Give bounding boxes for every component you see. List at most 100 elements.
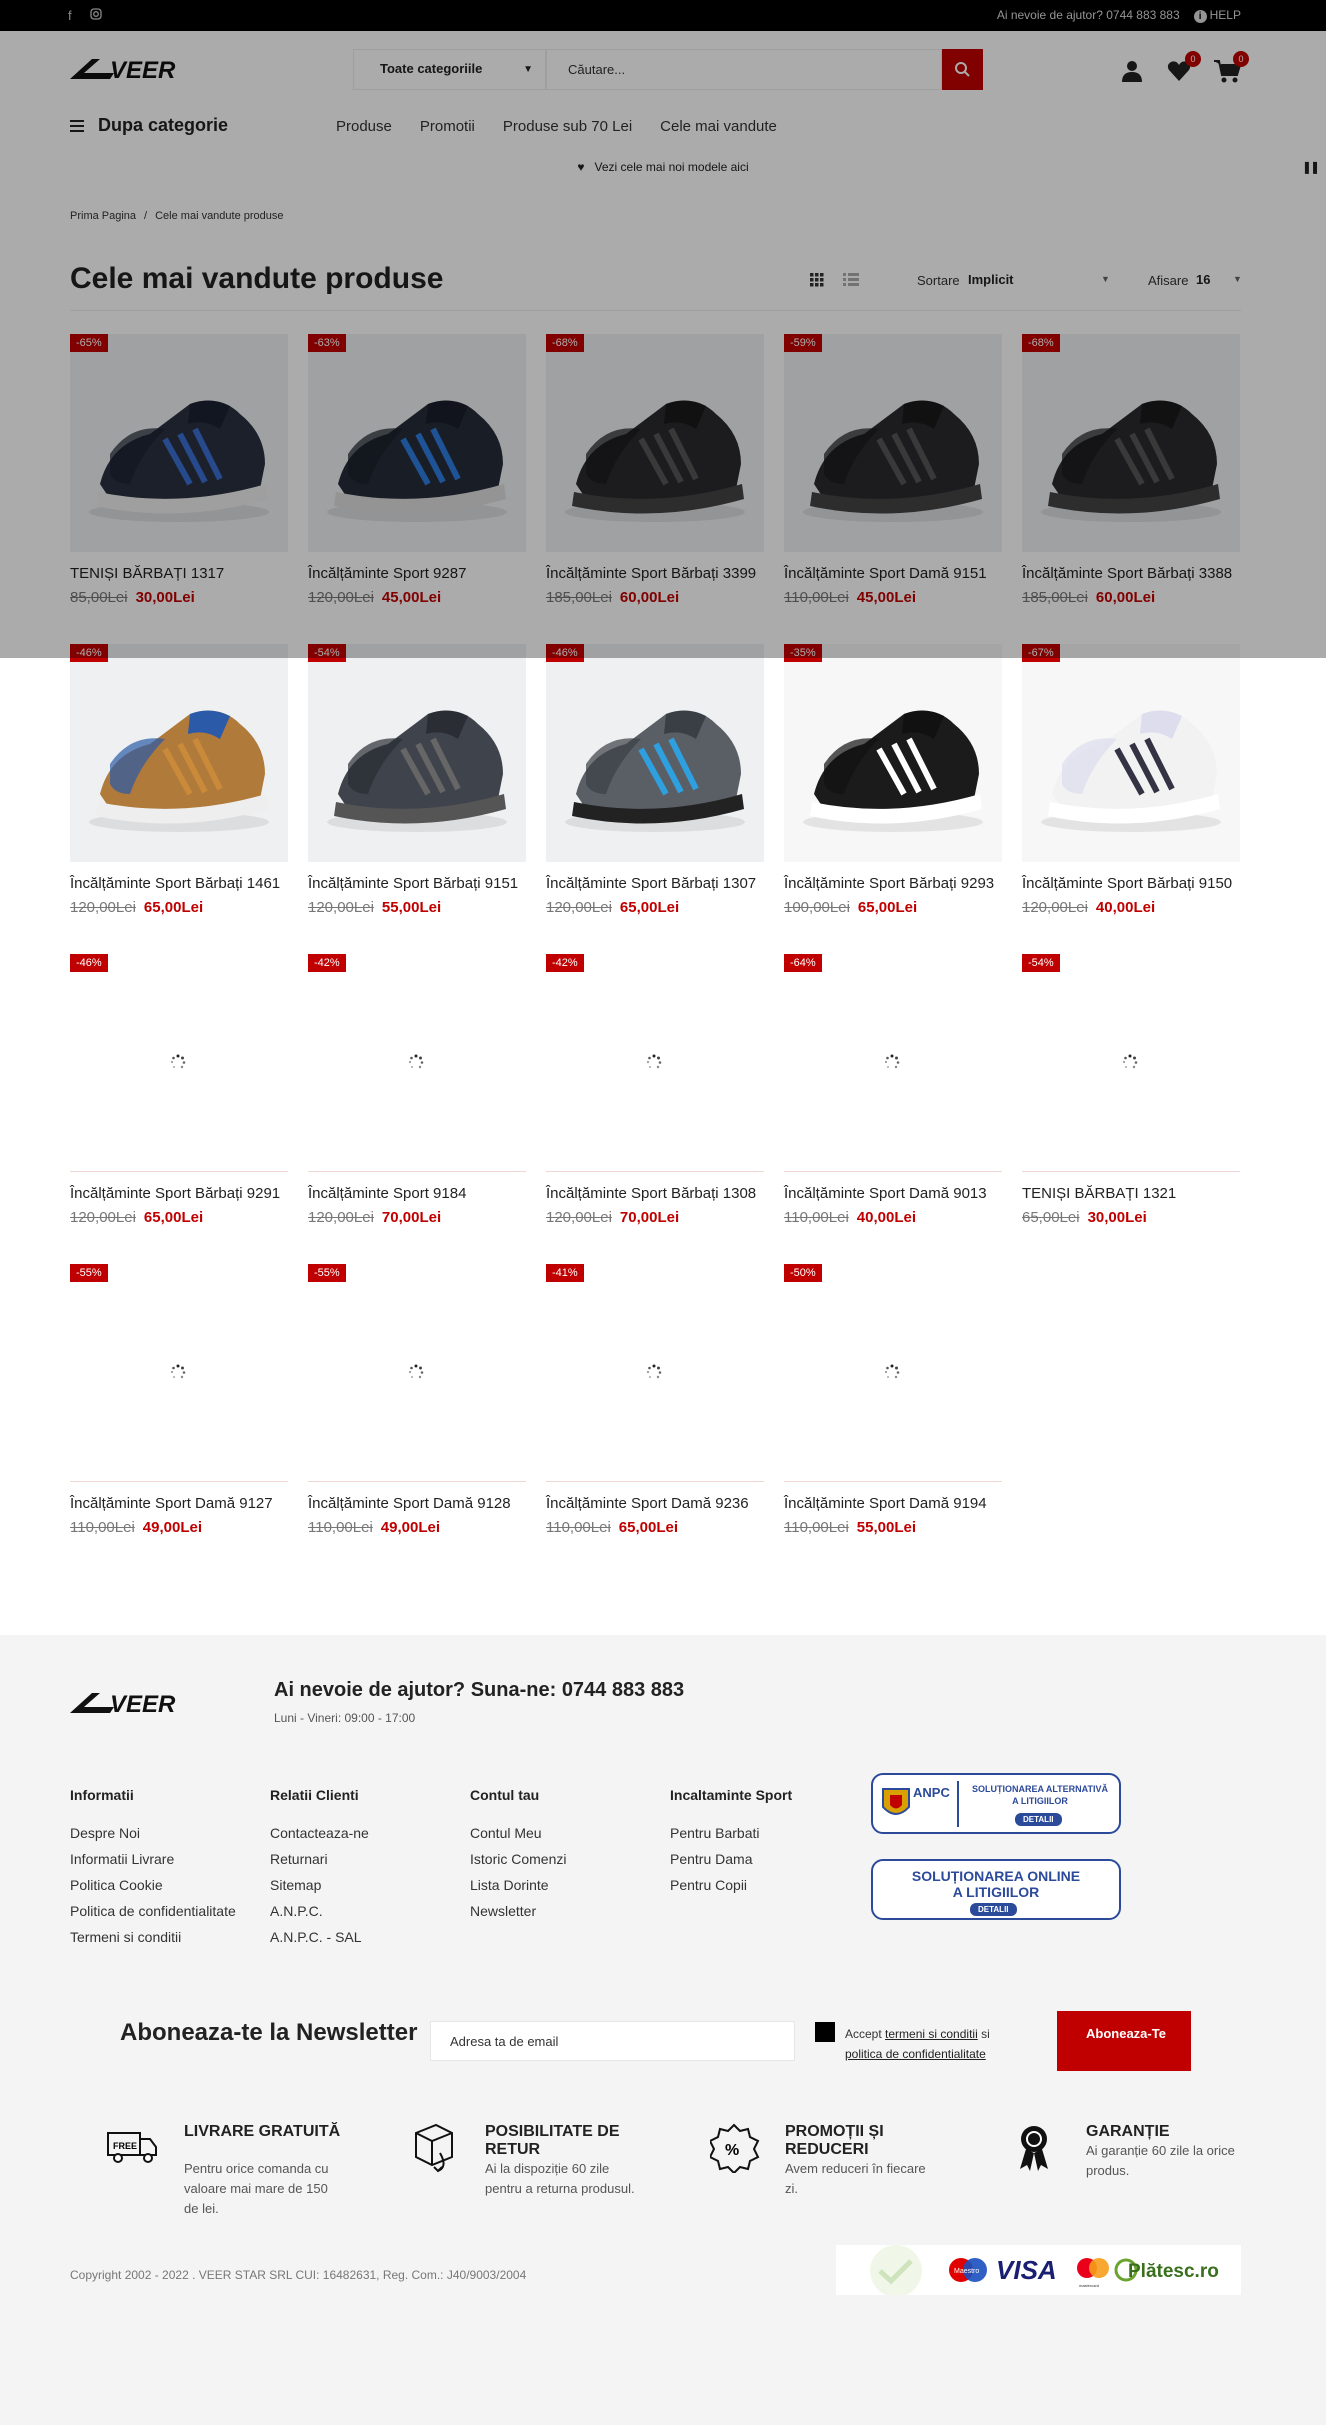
product-name[interactable]: Încălțăminte Sport Bărbați 9291: [70, 1185, 288, 1202]
footer-link[interactable]: Newsletter: [470, 1903, 566, 1919]
product-image[interactable]: [546, 644, 764, 862]
modal-overlay: [0, 0, 1326, 658]
current-price: 70,00Lei: [619, 1209, 680, 1226]
svg-text:FREE: FREE: [113, 2141, 137, 2151]
product-price: 110,00Lei 55,00Lei: [784, 1519, 1002, 1536]
product-card[interactable]: -42% Încălțăminte Sport 9184 120,00Lei 70,0…: [308, 954, 526, 1226]
product-name[interactable]: Încălțăminte Sport Bărbați 1461: [70, 875, 288, 892]
privacy-link[interactable]: politica de confidentialitate: [845, 2047, 986, 2061]
terms-link[interactable]: termeni si conditii: [885, 2027, 978, 2041]
product-price: 120,00Lei 65,00Lei: [70, 899, 288, 916]
product-image-wrapper[interactable]: -55%: [308, 1264, 526, 1482]
product-image-wrapper[interactable]: -42%: [546, 954, 764, 1172]
product-image-wrapper[interactable]: -50%: [784, 1264, 1002, 1482]
product-card[interactable]: -64% Încălțăminte Sport Damă 9013 110,00Le…: [784, 954, 1002, 1226]
loading-spinner-icon: [170, 1364, 186, 1379]
product-image-wrapper[interactable]: -42%: [308, 954, 526, 1172]
product-card[interactable]: -46% Încălțăminte Sport Bărbați 1461 120,0…: [70, 644, 288, 916]
sol-details-button[interactable]: DETALII: [970, 1903, 1017, 1916]
product-image[interactable]: [308, 644, 526, 862]
old-price: 110,00Lei: [70, 1519, 135, 1536]
product-image-wrapper[interactable]: -46%: [546, 644, 764, 862]
footer-link[interactable]: Informatii Livrare: [70, 1851, 236, 1867]
svg-text:%: %: [725, 2142, 739, 2159]
product-image-wrapper[interactable]: -55%: [70, 1264, 288, 1482]
footer-link[interactable]: Contacteaza-ne: [270, 1825, 369, 1841]
product-name[interactable]: Încălțăminte Sport Bărbați 1307: [546, 875, 764, 892]
product-name[interactable]: Încălțăminte Sport Damă 9236: [546, 1495, 764, 1512]
product-card[interactable]: -42% Încălțăminte Sport Bărbați 1308 120,0…: [546, 954, 764, 1226]
product-image-wrapper[interactable]: -54%: [308, 644, 526, 862]
product-card[interactable]: -50% Încălțăminte Sport Damă 9194 110,00Le…: [784, 1264, 1002, 1536]
product-image[interactable]: [1022, 644, 1240, 862]
footer-link[interactable]: Pentru Dama: [670, 1851, 792, 1867]
footer-link[interactable]: Sitemap: [270, 1877, 369, 1893]
old-price: 120,00Lei: [308, 899, 374, 916]
product-price: 120,00Lei 70,00Lei: [308, 1209, 526, 1226]
product-image[interactable]: [70, 644, 288, 862]
product-image-wrapper[interactable]: -35%: [784, 644, 1002, 862]
product-card[interactable]: -54% TENIȘI BĂRBAȚI 1321 65,00Lei 30,00Lei: [1022, 954, 1240, 1226]
footer-link[interactable]: Contul Meu: [470, 1825, 566, 1841]
product-card[interactable]: -55% Încălțăminte Sport Damă 9128 110,00Le…: [308, 1264, 526, 1536]
footer-link[interactable]: Despre Noi: [70, 1825, 236, 1841]
product-name[interactable]: Încălțăminte Sport Damă 9013: [784, 1185, 1002, 1202]
product-image-wrapper[interactable]: -64%: [784, 954, 1002, 1172]
discount-badge: -54%: [1022, 954, 1060, 972]
product-name[interactable]: Încălțăminte Sport Bărbați 9293: [784, 875, 1002, 892]
current-price: 55,00Lei: [381, 899, 442, 916]
product-card[interactable]: -46% Încălțăminte Sport Bărbați 9291 120,0…: [70, 954, 288, 1226]
footer-link[interactable]: Politica de confidentialitate: [70, 1903, 236, 1919]
product-image-wrapper[interactable]: -54%: [1022, 954, 1240, 1172]
product-card[interactable]: -55% Încălțăminte Sport Damă 9127 110,00Le…: [70, 1264, 288, 1536]
product-card[interactable]: -46% Încălțăminte Sport Bărbați 1307 120,0…: [546, 644, 764, 916]
return-box-icon: [415, 2123, 453, 2173]
veer-logo[interactable]: VEER: [70, 1691, 215, 1715]
accept-terms-checkbox[interactable]: [815, 2022, 835, 2042]
footer-link[interactable]: Lista Dorinte: [470, 1877, 566, 1893]
subscribe-button[interactable]: Aboneaza-Te: [1057, 2011, 1191, 2071]
product-name[interactable]: Încălțăminte Sport Bărbați 1308: [546, 1185, 764, 1202]
anpc-sal-badge[interactable]: ANPC SOLUȚIONAREA ALTERNATIVĂ A LITIGIIL…: [871, 1773, 1121, 1834]
product-name[interactable]: Încălțăminte Sport Bărbați 9151: [308, 875, 526, 892]
footer-link[interactable]: Returnari: [270, 1851, 369, 1867]
product-price: 120,00Lei 55,00Lei: [308, 899, 526, 916]
feature-text: Ai la dispoziție 60 zile pentru a return…: [485, 2161, 635, 2196]
old-price: 65,00Lei: [1022, 1209, 1080, 1226]
product-card[interactable]: -35% Încălțăminte Sport Bărbați 9293 100,0…: [784, 644, 1002, 916]
footer-link[interactable]: Termeni si conditii: [70, 1929, 236, 1945]
footer-link[interactable]: Pentru Barbati: [670, 1825, 792, 1841]
footer-link[interactable]: A.N.P.C.: [270, 1903, 369, 1919]
product-image-wrapper[interactable]: -46%: [70, 644, 288, 862]
product-card[interactable]: -67% Încălțăminte Sport Bărbați 9150 120,0…: [1022, 644, 1240, 916]
product-image-wrapper[interactable]: -67%: [1022, 644, 1240, 862]
footer-link[interactable]: Politica Cookie: [70, 1877, 236, 1893]
svg-text:VEER: VEER: [110, 1691, 176, 1715]
old-price: 110,00Lei: [784, 1519, 849, 1536]
current-price: 65,00Lei: [619, 899, 680, 916]
product-card[interactable]: -41% Încălțăminte Sport Damă 9236 110,00Le…: [546, 1264, 764, 1536]
product-image-wrapper[interactable]: -41%: [546, 1264, 764, 1482]
product-name[interactable]: Încălțăminte Sport Bărbați 9150: [1022, 875, 1240, 892]
discount-badge: -41%: [546, 1264, 584, 1282]
product-name[interactable]: Încălțăminte Sport Damă 9127: [70, 1495, 288, 1512]
product-image-wrapper[interactable]: -46%: [70, 954, 288, 1172]
old-price: 100,00Lei: [784, 899, 850, 916]
newsletter-email-input[interactable]: Adresa ta de email: [430, 2021, 795, 2061]
anpc-details-button[interactable]: DETALII: [1015, 1813, 1062, 1826]
sol-badge[interactable]: SOLUȚIONAREA ONLINE A LITIGIILOR DETALII: [871, 1859, 1121, 1920]
product-image[interactable]: [784, 644, 1002, 862]
footer-link[interactable]: A.N.P.C. - SAL: [270, 1929, 369, 1945]
footer-link[interactable]: Istoric Comenzi: [470, 1851, 566, 1867]
product-name[interactable]: Încălțăminte Sport Damă 9128: [308, 1495, 526, 1512]
current-price: 70,00Lei: [381, 1209, 442, 1226]
footer-link[interactable]: Pentru Copii: [670, 1877, 792, 1893]
discount-icon: %: [710, 2123, 760, 2173]
product-name[interactable]: TENIȘI BĂRBAȚI 1321: [1022, 1185, 1240, 1202]
product-price: 110,00Lei 40,00Lei: [784, 1209, 1002, 1226]
product-name[interactable]: Încălțăminte Sport Damă 9194: [784, 1495, 1002, 1512]
product-price: 110,00Lei 49,00Lei: [70, 1519, 288, 1536]
product-name[interactable]: Încălțăminte Sport 9184: [308, 1185, 526, 1202]
discount-badge: -42%: [308, 954, 346, 972]
product-card[interactable]: -54% Încălțăminte Sport Bărbați 9151 120,0…: [308, 644, 526, 916]
